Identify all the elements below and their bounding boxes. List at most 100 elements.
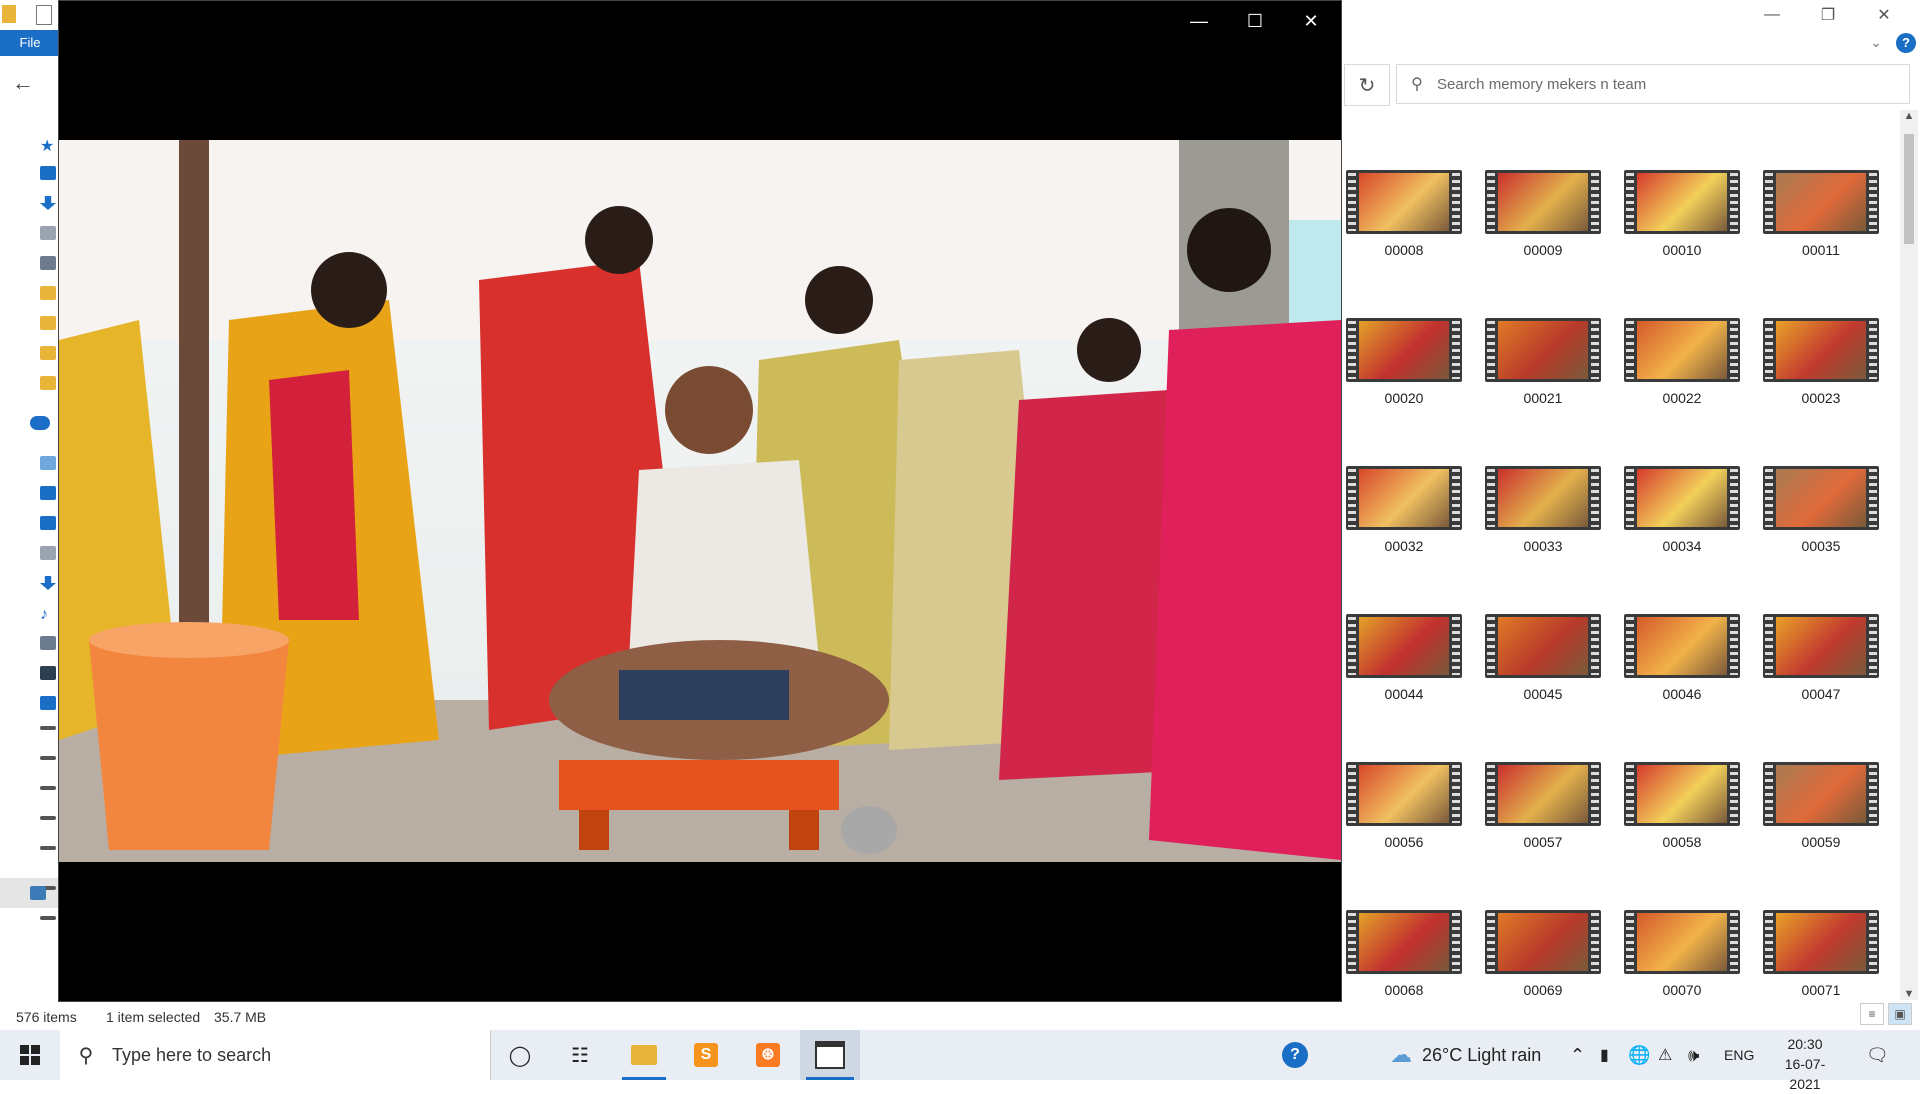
chevron-down-icon[interactable]: ⌄ xyxy=(1870,34,1882,51)
thumbnail-label: 00045 xyxy=(1523,686,1563,702)
thumbnail-item[interactable]: 00035 xyxy=(1761,466,1881,614)
thumbnail-item[interactable]: 00045 xyxy=(1483,614,1603,762)
desktop-icon[interactable] xyxy=(40,516,56,530)
language-indicator[interactable]: ENG xyxy=(1724,1030,1754,1080)
system-clock[interactable]: 20:30 16-07-2021 xyxy=(1770,1034,1840,1094)
thumbnail-item[interactable]: 00046 xyxy=(1622,614,1742,762)
show-hidden-icons-chevron-icon[interactable]: ⌃ xyxy=(1570,1030,1585,1080)
download-icon[interactable] xyxy=(40,196,56,210)
video-frame[interactable] xyxy=(59,140,1341,862)
video-still-image xyxy=(59,140,1341,862)
thumbnail-item[interactable]: 00034 xyxy=(1622,466,1742,614)
video-file-icon xyxy=(1624,910,1740,974)
thumbnail-item[interactable]: 00059 xyxy=(1761,762,1881,910)
video-file-icon xyxy=(1485,466,1601,530)
onedrive-icon[interactable] xyxy=(30,416,50,430)
thumbnail-item[interactable]: 00057 xyxy=(1483,762,1603,910)
thumbnail-item[interactable]: 00044 xyxy=(1344,614,1464,762)
drive-icon[interactable] xyxy=(40,916,56,920)
video-file-icon xyxy=(1763,170,1879,234)
music-icon[interactable]: ♪ xyxy=(40,606,56,623)
star-icon[interactable]: ★ xyxy=(40,136,56,155)
folder-icon[interactable] xyxy=(40,346,56,360)
file-explorer-taskbar-icon[interactable] xyxy=(616,1030,672,1080)
folder-icon[interactable] xyxy=(40,316,56,330)
cortana-icon[interactable]: ◯ xyxy=(492,1030,548,1080)
drive-icon[interactable] xyxy=(40,786,56,790)
start-button[interactable] xyxy=(0,1030,60,1080)
folder-icon[interactable] xyxy=(40,376,56,390)
movies-tv-taskbar-icon[interactable] xyxy=(800,1030,860,1080)
video-file-icon xyxy=(1624,762,1740,826)
taskbar-search-box[interactable]: ⚲ Type here to search xyxy=(60,1030,491,1080)
thumbnail-item[interactable]: 00021 xyxy=(1483,318,1603,466)
folder-icon[interactable] xyxy=(40,286,56,300)
thumbnail-item[interactable]: 00009 xyxy=(1483,170,1603,318)
drive-icon[interactable] xyxy=(40,756,56,760)
thumbnail-item[interactable]: 00056 xyxy=(1344,762,1464,910)
download-icon[interactable] xyxy=(40,576,56,590)
windows-drive-icon[interactable] xyxy=(40,696,56,710)
pictures-icon[interactable] xyxy=(40,256,56,270)
documents-icon[interactable] xyxy=(40,546,56,560)
thumbnail-item[interactable]: 00032 xyxy=(1344,466,1464,614)
video-file-icon xyxy=(1763,318,1879,382)
thumbnail-item[interactable]: 00022 xyxy=(1622,318,1742,466)
network-globe-icon[interactable]: 🌐 xyxy=(1628,1030,1650,1080)
thumbnail-item[interactable]: 00023 xyxy=(1761,318,1881,466)
minimize-icon[interactable]: — xyxy=(1744,0,1800,30)
video-file-icon xyxy=(1763,466,1879,530)
drive-icon[interactable] xyxy=(40,816,56,820)
selected-nav-item[interactable] xyxy=(0,878,58,908)
weather-widget[interactable]: ☁ 26°C Light rain xyxy=(1390,1030,1541,1080)
properties-icon[interactable] xyxy=(36,5,52,25)
help-icon[interactable]: ? xyxy=(1896,33,1916,53)
battery-icon[interactable]: ▮ xyxy=(1600,1030,1609,1080)
sublime-text-icon[interactable]: S xyxy=(678,1030,734,1080)
vertical-scrollbar[interactable]: ▲ ▼ xyxy=(1900,110,1918,1000)
this-pc-icon[interactable] xyxy=(40,456,56,470)
help-tray-icon[interactable]: ? xyxy=(1282,1030,1308,1080)
search-input[interactable]: ⚲ Search memory mekers n team xyxy=(1396,64,1910,104)
pictures-icon[interactable] xyxy=(40,636,56,650)
thumbnail-item[interactable]: 00058 xyxy=(1622,762,1742,910)
close-icon[interactable]: ✕ xyxy=(1283,1,1339,41)
network-icon[interactable] xyxy=(30,886,46,900)
video-file-icon xyxy=(1346,170,1462,234)
scroll-down-icon[interactable]: ▼ xyxy=(1900,988,1918,1000)
documents-icon[interactable] xyxy=(40,226,56,240)
scroll-thumb[interactable] xyxy=(1904,134,1914,244)
close-icon[interactable]: ✕ xyxy=(1856,0,1912,30)
thumbnail-label: 00059 xyxy=(1801,834,1841,850)
thumbnail-item[interactable]: 00020 xyxy=(1344,318,1464,466)
video-file-icon xyxy=(1485,170,1601,234)
security-icon[interactable]: ⚠ xyxy=(1658,1030,1672,1080)
thumbnail-item[interactable]: 00011 xyxy=(1761,170,1881,318)
large-icons-view-icon[interactable]: ▣ xyxy=(1888,1003,1912,1025)
back-arrow-icon[interactable]: ← xyxy=(12,70,34,96)
folder-icon[interactable] xyxy=(2,5,16,23)
3d-objects-icon[interactable] xyxy=(40,486,56,500)
maximize-icon[interactable]: ☐ xyxy=(1227,1,1283,41)
refresh-button[interactable]: ↻ xyxy=(1344,64,1390,106)
drive-icon[interactable] xyxy=(40,726,56,730)
task-view-icon[interactable]: ☷ xyxy=(552,1030,608,1080)
notifications-icon[interactable]: 🗨 xyxy=(1866,1030,1889,1080)
thumbnail-label: 00057 xyxy=(1523,834,1563,850)
scroll-up-icon[interactable]: ▲ xyxy=(1900,110,1918,122)
drive-icon[interactable] xyxy=(40,846,56,850)
file-tab[interactable]: File xyxy=(0,30,60,56)
restore-icon[interactable]: ❐ xyxy=(1800,0,1856,30)
volume-icon[interactable]: 🕪 xyxy=(1688,1030,1699,1080)
xampp-icon[interactable]: ⊛ xyxy=(740,1030,796,1080)
minimize-icon[interactable]: — xyxy=(1171,1,1227,41)
videos-icon[interactable] xyxy=(40,666,56,680)
desktop-icon[interactable] xyxy=(40,166,56,180)
thumbnail-item[interactable]: 00047 xyxy=(1761,614,1881,762)
thumbnail-item[interactable]: 00010 xyxy=(1622,170,1742,318)
video-file-icon xyxy=(1624,466,1740,530)
thumbnail-item[interactable]: 00008 xyxy=(1344,170,1464,318)
video-file-icon xyxy=(1485,614,1601,678)
details-view-icon[interactable]: ≡ xyxy=(1860,1003,1884,1025)
thumbnail-item[interactable]: 00033 xyxy=(1483,466,1603,614)
